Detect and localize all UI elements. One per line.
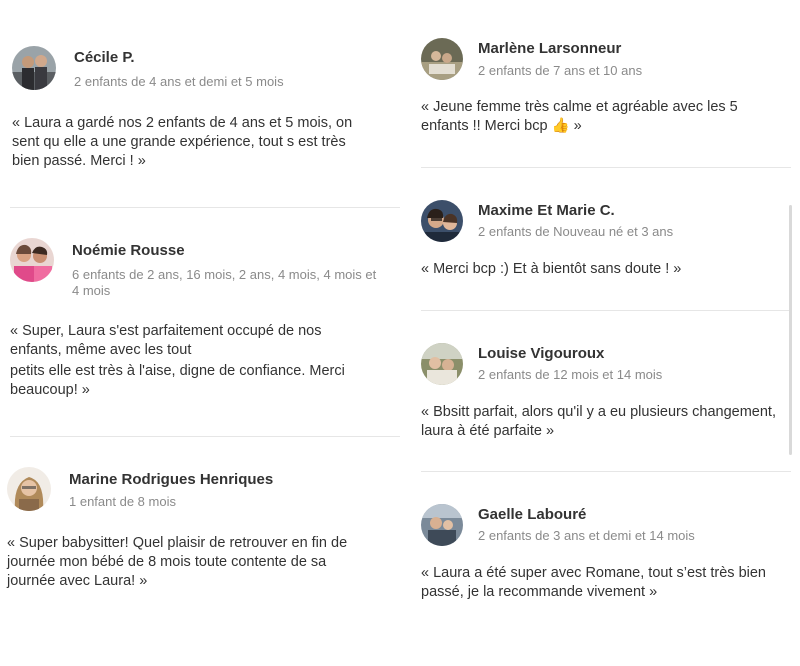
reviewer-children-info: 6 enfants de 2 ans, 16 mois, 2 ans, 4 mo… [72, 267, 377, 298]
review-text: « Laura a gardé nos 2 enfants de 4 ans e… [12, 115, 353, 169]
avatar[interactable] [12, 46, 56, 90]
divider [421, 471, 791, 472]
review-card: Gaelle Labouré 2 enfants de 3 ans et dem… [421, 504, 791, 614]
review-text: « Super babysitter! Quel plaisir de retr… [7, 535, 348, 589]
avatar[interactable] [421, 343, 463, 385]
divider [10, 207, 400, 208]
reviewer-children-info: 2 enfants de 3 ans et demi et 14 mois [478, 528, 695, 543]
avatar[interactable] [421, 504, 463, 546]
reviewer-name[interactable]: Marlène Larsonneur [478, 40, 621, 57]
review-card: Louise Vigouroux 2 enfants de 12 mois et… [421, 343, 791, 453]
reviewer-children-info: 2 enfants de Nouveau né et 3 ans [478, 224, 674, 239]
reviewer-name[interactable]: Gaelle Labouré [478, 506, 586, 523]
review-text: « Laura a été super avec Romane, tout s’… [421, 565, 766, 600]
divider [421, 310, 791, 311]
reviewer-name[interactable]: Cécile P. [74, 49, 135, 66]
avatar[interactable] [421, 38, 463, 80]
avatar[interactable] [421, 200, 463, 242]
review-text-line: petits elle est très à l'aise, digne de … [10, 363, 345, 398]
divider [10, 436, 400, 437]
divider [421, 167, 791, 168]
reviewer-children-info: 2 enfants de 7 ans et 10 ans [478, 63, 643, 78]
reviewer-children-info: 2 enfants de 4 ans et demi et 5 mois [74, 74, 284, 89]
reviewer-name[interactable]: Louise Vigouroux [478, 345, 604, 362]
reviewer-name[interactable]: Marine Rodrigues Henriques [69, 471, 273, 488]
review-card: Marine Rodrigues Henriques 1 enfant de 8… [7, 465, 397, 605]
reviewer-name[interactable]: Maxime Et Marie C. [478, 202, 615, 219]
reviewer-children-info: 2 enfants de 12 mois et 14 mois [478, 367, 663, 382]
avatar[interactable] [10, 238, 54, 282]
review-text: « Jeune femme très calme et agréable ave… [421, 99, 738, 134]
reviewer-name[interactable]: Noémie Rousse [72, 242, 185, 259]
review-card: Cécile P. 2 enfants de 4 ans et demi et … [12, 46, 392, 186]
review-text-line: « Super, Laura s'est parfaitement occupé… [10, 323, 322, 358]
scrollbar[interactable] [789, 205, 792, 455]
review-card: Maxime Et Marie C. 2 enfants de Nouveau … [421, 200, 791, 290]
avatar[interactable] [7, 467, 51, 511]
reviewer-children-info: 1 enfant de 8 mois [69, 494, 176, 509]
review-text: « Merci bcp :) Et à bientôt sans doute !… [421, 261, 682, 277]
review-text: « Bbsitt parfait, alors qu'il y a eu plu… [421, 404, 776, 439]
review-card: Marlène Larsonneur 2 enfants de 7 ans et… [421, 38, 791, 148]
review-card: Noémie Rousse 6 enfants de 2 ans, 16 moi… [10, 238, 390, 408]
